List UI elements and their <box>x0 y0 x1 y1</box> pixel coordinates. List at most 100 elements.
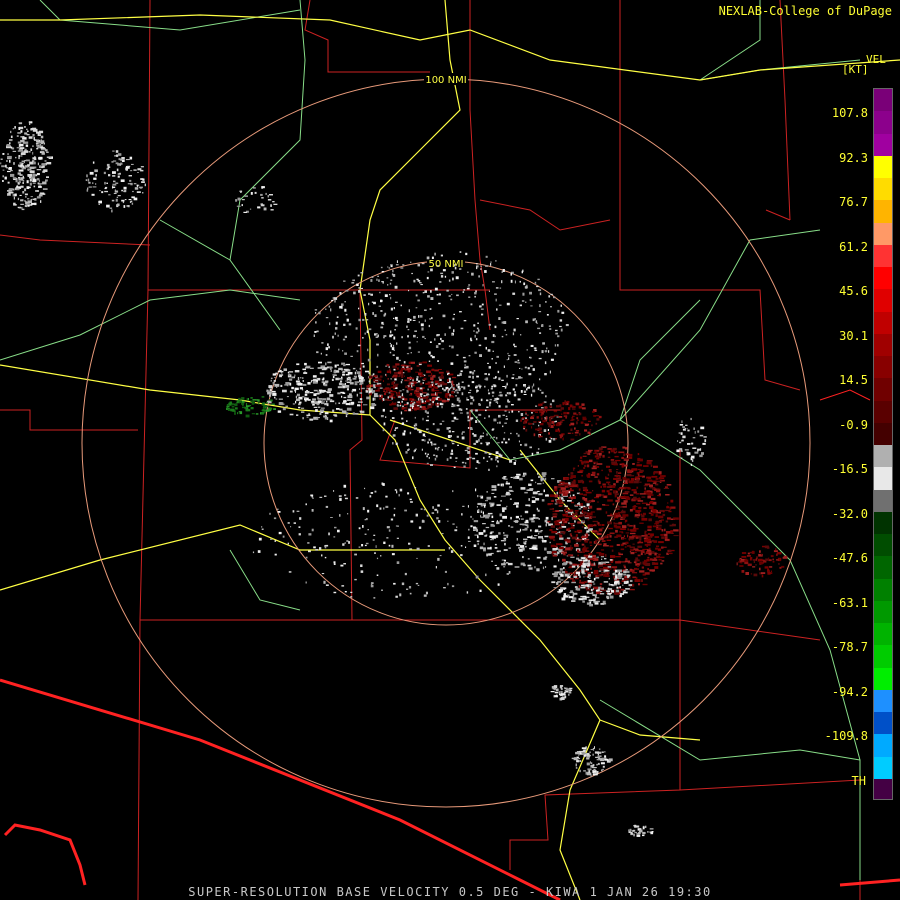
echo-pixel <box>441 533 444 535</box>
echo-pixel <box>427 388 429 391</box>
echo-pixel <box>289 413 294 416</box>
echo-pixel <box>359 381 364 385</box>
echo-pixel <box>739 558 742 559</box>
echo-pixel <box>409 498 412 501</box>
echo-pixel <box>650 831 654 835</box>
echo-pixel <box>665 536 668 539</box>
echo-pixel <box>589 459 593 463</box>
echo-pixel <box>608 469 612 471</box>
echo-pixel <box>436 517 439 520</box>
echo-pixel <box>603 485 607 488</box>
echo-pixel <box>581 752 585 755</box>
echo-pixel <box>397 367 399 370</box>
echo-pixel <box>342 392 346 394</box>
echo-pixel <box>767 572 771 575</box>
echo-pixel <box>607 521 612 525</box>
echo-pixel <box>435 392 436 396</box>
echo-pixel <box>631 468 638 471</box>
echo-pixel <box>570 472 574 475</box>
echo-pixel <box>378 305 381 307</box>
echo-pixel <box>445 400 450 402</box>
echo-pixel <box>451 449 453 453</box>
echo-pixel <box>322 398 327 401</box>
echo-pixel <box>469 371 472 374</box>
echo-pixel <box>523 390 527 393</box>
echo-pixel <box>313 406 318 408</box>
echo-pixel <box>524 443 528 447</box>
echo-pixel <box>673 517 679 520</box>
echo-pixel <box>599 573 602 577</box>
echo-pixel <box>421 448 423 451</box>
echo-pixel <box>681 457 683 459</box>
echo-pixel <box>488 553 492 556</box>
echo-pixel <box>545 301 547 303</box>
echo-pixel <box>515 378 519 380</box>
echo-pixel <box>574 427 576 430</box>
echo-pixel <box>549 494 556 497</box>
echo-pixel <box>226 407 229 410</box>
echo-pixel <box>275 398 278 400</box>
echo-pixel <box>471 272 474 276</box>
echo-pixel <box>580 421 584 424</box>
echo-pixel <box>496 308 498 311</box>
echo-pixel <box>602 765 605 768</box>
echo-pixel <box>434 381 438 384</box>
echo-pixel <box>614 493 619 495</box>
echo-pixel <box>370 293 373 296</box>
echo-pixel <box>566 400 570 403</box>
echo-pixel <box>304 362 307 366</box>
echo-pixel <box>543 489 545 493</box>
echo-pixel <box>485 573 487 577</box>
radar-echoes <box>0 121 788 837</box>
echo-pixel <box>541 324 544 327</box>
echo-pixel <box>538 475 541 478</box>
echo-pixel <box>524 527 528 531</box>
echo-pixel <box>428 457 430 459</box>
echo-pixel <box>382 483 385 486</box>
echo-pixel <box>455 276 459 280</box>
echo-pixel <box>488 373 490 376</box>
echo-pixel <box>503 365 505 368</box>
echo-pixel <box>568 407 571 411</box>
echo-pixel <box>470 525 473 528</box>
echo-pixel <box>466 591 469 594</box>
echo-pixel <box>680 432 683 435</box>
echo-pixel <box>430 393 436 396</box>
echo-pixel <box>16 147 20 149</box>
echo-pixel <box>267 391 272 395</box>
echo-pixel <box>643 465 649 467</box>
echo-pixel <box>588 505 593 509</box>
echo-pixel <box>632 463 635 465</box>
echo-pixel <box>123 186 127 190</box>
echo-pixel <box>464 364 466 368</box>
echo-pixel <box>46 176 49 178</box>
echo-pixel <box>559 546 564 550</box>
echo-pixel <box>297 383 303 386</box>
echo-pixel <box>400 381 403 384</box>
echo-pixel <box>615 499 620 503</box>
echo-pixel <box>451 271 454 274</box>
echo-pixel <box>415 294 418 297</box>
echo-pixel <box>297 377 300 380</box>
echo-pixel <box>598 522 600 525</box>
echo-pixel <box>580 503 583 506</box>
echo-pixel <box>573 467 575 471</box>
echo-pixel <box>494 385 496 388</box>
echo-pixel <box>596 473 600 476</box>
echo-pixel <box>492 428 495 430</box>
echo-pixel <box>356 369 358 372</box>
echo-pixel <box>562 563 567 566</box>
echo-pixel <box>437 504 440 507</box>
echo-pixel <box>461 513 463 516</box>
echo-pixel <box>18 127 21 130</box>
echo-pixel <box>366 330 369 334</box>
echo-pixel <box>558 576 561 580</box>
echo-pixel <box>554 494 559 498</box>
echo-pixel <box>294 389 297 392</box>
echo-pixel <box>422 335 425 338</box>
echo-pixel <box>556 547 558 550</box>
echo-pixel <box>395 301 398 303</box>
echo-pixel <box>385 416 387 418</box>
echo-pixel <box>350 379 352 382</box>
echo-pixel <box>515 419 519 422</box>
